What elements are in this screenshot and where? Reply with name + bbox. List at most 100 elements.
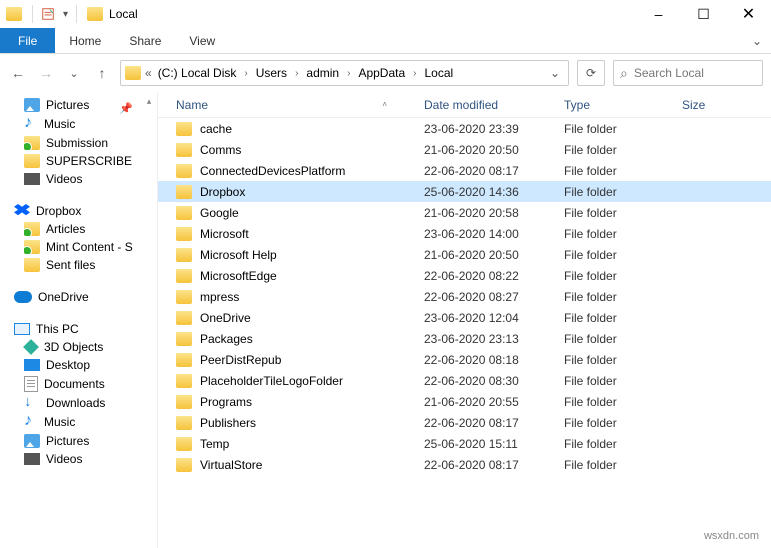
table-row[interactable]: Microsoft Help21-06-2020 20:50File folde… <box>158 244 771 265</box>
file-date: 22-06-2020 08:17 <box>416 164 556 178</box>
sidebar-item-label: Desktop <box>46 358 90 372</box>
refresh-button[interactable]: ⟳ <box>577 60 605 86</box>
sidebar-item[interactable]: Sent files <box>0 256 157 274</box>
sidebar-head-onedrive[interactable]: OneDrive <box>0 288 157 306</box>
sidebar-item[interactable]: Pictures📌 <box>0 96 157 114</box>
table-row[interactable]: Dropbox25-06-2020 14:36File folder <box>158 181 771 202</box>
tab-file[interactable]: File <box>0 28 55 53</box>
video-icon <box>24 173 40 185</box>
sidebar-item-label: Articles <box>46 222 85 236</box>
sidebar-head-thispc[interactable]: This PC <box>0 320 157 338</box>
sidebar-item[interactable]: Pictures <box>0 432 157 450</box>
folder-synced-icon <box>24 136 40 150</box>
file-name: Dropbox <box>200 185 245 199</box>
tab-home[interactable]: Home <box>55 28 115 53</box>
up-button[interactable]: ↑ <box>92 63 112 83</box>
address-bar[interactable]: « (C:) Local Disk › Users › admin › AppD… <box>120 60 569 86</box>
breadcrumb[interactable]: (C:) Local Disk <box>156 66 239 80</box>
sidebar-item[interactable]: Articles <box>0 220 157 238</box>
folder-icon <box>176 227 192 241</box>
folder-icon <box>24 258 40 272</box>
ribbon-expand-icon[interactable]: ⌄ <box>743 28 771 53</box>
table-row[interactable]: ConnectedDevicesPlatform22-06-2020 08:17… <box>158 160 771 181</box>
sidebar-item-label: Downloads <box>46 396 105 410</box>
column-size[interactable]: Size <box>674 98 734 112</box>
folder-icon <box>176 185 192 199</box>
table-row[interactable]: mpress22-06-2020 08:27File folder <box>158 286 771 307</box>
breadcrumb[interactable]: Users <box>254 66 289 80</box>
sidebar-item[interactable]: ♪Music <box>0 412 157 432</box>
downloads-icon <box>24 396 40 410</box>
chevron-right-icon[interactable]: › <box>242 68 249 79</box>
sidebar-head-dropbox[interactable]: Dropbox <box>0 202 157 220</box>
folder-icon <box>176 437 192 451</box>
sidebar-item[interactable]: Desktop <box>0 356 157 374</box>
tab-view[interactable]: View <box>175 28 229 53</box>
table-row[interactable]: cache23-06-2020 23:39File folder <box>158 118 771 139</box>
table-row[interactable]: Publishers22-06-2020 08:17File folder <box>158 412 771 433</box>
folder-synced-icon <box>24 222 40 236</box>
sidebar-item[interactable]: Videos <box>0 170 157 188</box>
address-dropdown-icon[interactable]: ⌄ <box>546 66 564 80</box>
file-name: Comms <box>200 143 241 157</box>
breadcrumb[interactable]: AppData <box>356 66 407 80</box>
table-row[interactable]: Microsoft23-06-2020 14:00File folder <box>158 223 771 244</box>
column-name[interactable]: Name ˄ <box>168 98 416 112</box>
table-row[interactable]: VirtualStore22-06-2020 08:17File folder <box>158 454 771 475</box>
sidebar-item[interactable]: Documents <box>0 374 157 394</box>
chevron-right-icon[interactable]: › <box>345 68 352 79</box>
sidebar-item[interactable]: Downloads <box>0 394 157 412</box>
chevron-right-icon[interactable]: › <box>293 68 300 79</box>
file-type: File folder <box>556 248 674 262</box>
properties-icon[interactable] <box>41 7 55 21</box>
sidebar-item-label: Mint Content - S <box>46 240 133 254</box>
table-row[interactable]: Google21-06-2020 20:58File folder <box>158 202 771 223</box>
maximize-button[interactable]: ☐ <box>681 0 726 28</box>
file-date: 22-06-2020 08:30 <box>416 374 556 388</box>
chevron-right-icon[interactable]: › <box>411 68 418 79</box>
search-input[interactable]: ⌕ Search Local <box>613 60 763 86</box>
table-row[interactable]: Programs21-06-2020 20:55File folder <box>158 391 771 412</box>
pin-icon: 📌 <box>119 102 133 114</box>
sidebar-item[interactable]: ♪Music <box>0 114 157 134</box>
file-type: File folder <box>556 332 674 346</box>
sidebar-item[interactable]: Mint Content - S <box>0 238 157 256</box>
search-placeholder: Search Local <box>634 66 704 80</box>
sidebar-item[interactable]: Videos <box>0 450 157 468</box>
sidebar-item[interactable]: 3D Objects <box>0 338 157 356</box>
tab-share[interactable]: Share <box>115 28 175 53</box>
file-name: PeerDistRepub <box>200 353 281 367</box>
table-row[interactable]: MicrosoftEdge22-06-2020 08:22File folder <box>158 265 771 286</box>
breadcrumb[interactable]: Local <box>422 66 455 80</box>
breadcrumb[interactable]: admin <box>304 66 341 80</box>
sidebar-item-label: Music <box>44 415 75 429</box>
table-row[interactable]: Comms21-06-2020 20:50File folder <box>158 139 771 160</box>
file-date: 23-06-2020 12:04 <box>416 311 556 325</box>
back-button[interactable]: ← <box>8 63 28 83</box>
table-row[interactable]: PlaceholderTileLogoFolder22-06-2020 08:3… <box>158 370 771 391</box>
chevron-left-icon[interactable]: « <box>145 66 152 80</box>
file-name: Temp <box>200 437 229 451</box>
table-row[interactable]: Packages23-06-2020 23:13File folder <box>158 328 771 349</box>
table-row[interactable]: Temp25-06-2020 15:11File folder <box>158 433 771 454</box>
file-name: mpress <box>200 290 239 304</box>
sidebar-item[interactable]: Submission <box>0 134 157 152</box>
qat-dropdown-icon[interactable]: ▾ <box>63 9 68 20</box>
folder-icon <box>176 374 192 388</box>
column-type[interactable]: Type <box>556 98 674 112</box>
file-date: 21-06-2020 20:58 <box>416 206 556 220</box>
history-dropdown-icon[interactable]: ⌄ <box>64 63 84 83</box>
folder-icon <box>176 395 192 409</box>
sidebar-item[interactable]: SUPERSCRIBE <box>0 152 157 170</box>
folder-icon <box>87 7 103 21</box>
minimize-button[interactable]: – <box>636 0 681 28</box>
file-type: File folder <box>556 458 674 472</box>
column-headers: Name ˄ Date modified Type Size <box>158 92 771 118</box>
folder-icon <box>176 416 192 430</box>
column-date[interactable]: Date modified <box>416 98 556 112</box>
file-date: 21-06-2020 20:50 <box>416 143 556 157</box>
close-button[interactable]: ✕ <box>726 0 771 28</box>
forward-button[interactable]: → <box>36 63 56 83</box>
table-row[interactable]: PeerDistRepub22-06-2020 08:18File folder <box>158 349 771 370</box>
table-row[interactable]: OneDrive23-06-2020 12:04File folder <box>158 307 771 328</box>
